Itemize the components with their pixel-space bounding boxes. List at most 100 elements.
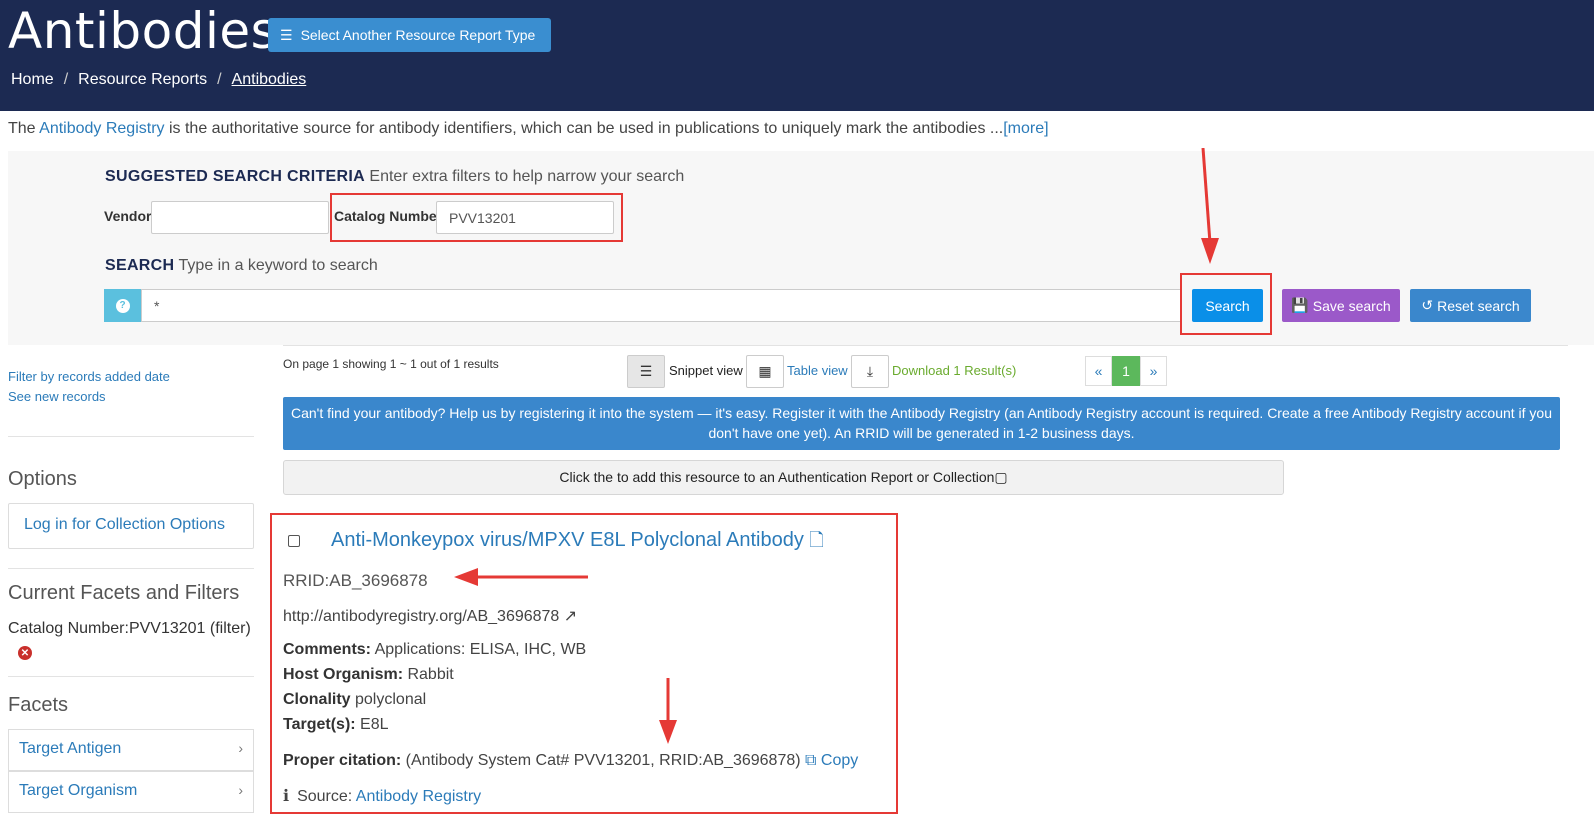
list-icon: ☰ [639, 363, 653, 379]
record-title: Anti-Monkeypox virus/MPXV E8L Polyclonal… [331, 529, 804, 551]
vendor-label: Vendor [104, 208, 152, 224]
question-icon: ? [115, 298, 130, 313]
pager-prev[interactable]: « [1085, 356, 1112, 386]
download-button[interactable]: ⤓ [851, 355, 889, 388]
reset-search-label: Reset search [1437, 297, 1520, 314]
active-filter-label: Catalog Number:PVV13201 (filter) [8, 620, 251, 637]
facet-target-antigen[interactable]: Target Antigen › [8, 729, 254, 771]
copy-icon: ⧉ [805, 752, 817, 769]
breadcrumb-home[interactable]: Home [11, 71, 54, 89]
record-url-link[interactable]: http://antibodyregistry.org/AB_3696878 ↗ [283, 606, 577, 626]
facet-label: Target Antigen [19, 740, 122, 757]
source-link[interactable]: Antibody Registry [356, 788, 481, 805]
record-title-link[interactable]: Anti-Monkeypox virus/MPXV E8L Polyclonal… [331, 528, 824, 558]
register-antibody-banner[interactable]: Can't find your antibody? Help us by reg… [283, 397, 1560, 450]
clonality-value: polyclonal [350, 691, 427, 708]
comments-value: Applications: ELISA, IHC, WB [371, 641, 587, 658]
breadcrumb-antibodies[interactable]: Antibodies [232, 71, 307, 89]
search-heading: SEARCH Type in a keyword to search [105, 257, 378, 275]
reset-search-button[interactable]: ↺ Reset search [1410, 289, 1531, 322]
record-rrid: RRID:AB_3696878 [283, 571, 428, 590]
page-header: Antibodies ☰ Select Another Resource Rep… [0, 0, 1594, 111]
record-source: ℹ Source: Antibody Registry [283, 786, 481, 806]
chevron-right-icon: › [238, 740, 243, 756]
facets-heading: Facets [8, 694, 69, 716]
save-icon: 💾 [1291, 297, 1309, 313]
breadcrumb-resource-reports[interactable]: Resource Reports [78, 71, 207, 89]
antibody-registry-link[interactable]: Antibody Registry [39, 120, 164, 137]
host-value: Rabbit [403, 666, 454, 683]
login-collection-link[interactable]: Log in for Collection Options [24, 516, 225, 533]
options-heading: Options [8, 468, 77, 490]
copy-citation-button[interactable]: ⧉ Copy [805, 752, 858, 769]
suggested-criteria-title: SUGGESTED SEARCH CRITERIA [105, 168, 365, 185]
targets-value: E8L [355, 716, 389, 733]
comments-label: Comments: [283, 641, 372, 658]
see-new-records-link[interactable]: See new records [8, 387, 170, 407]
annotation-box-search [1180, 273, 1272, 335]
download-label[interactable]: Download 1 Result(s) [892, 363, 1016, 378]
divider [8, 676, 254, 677]
breadcrumb-separator: / [217, 71, 222, 88]
snippet-view-button[interactable]: ☰ [627, 355, 665, 388]
facet-label: Target Organism [19, 782, 138, 799]
intro-text: The Antibody Registry is the authoritati… [8, 120, 1049, 138]
table-icon: ▦ [758, 363, 772, 379]
search-hint: Type in a keyword to search [174, 257, 378, 274]
source-label: Source: [297, 788, 356, 805]
copy-label: Copy [820, 752, 859, 769]
menu-icon: ☰ [280, 26, 293, 43]
record-host: Host Organism: Rabbit [283, 666, 454, 684]
table-view-label[interactable]: Table view [787, 363, 848, 378]
select-report-type-label: Select Another Resource Report Type [300, 27, 536, 43]
breadcrumb: Home / Resource Reports / Antibodies [11, 71, 306, 89]
select-report-type-button[interactable]: ☰ Select Another Resource Report Type [268, 18, 551, 52]
intro-body: is the authoritative source for antibody… [164, 120, 1004, 137]
remove-filter-icon[interactable]: ✕ [18, 646, 32, 660]
table-view-button[interactable]: ▦ [746, 355, 784, 388]
citation-label: Proper citation: [283, 752, 402, 769]
record-comments: Comments: Applications: ELISA, IHC, WB [283, 641, 586, 659]
divider [283, 345, 1568, 346]
search-title: SEARCH [105, 257, 175, 274]
record-targets: Target(s): E8L [283, 716, 389, 734]
suggested-criteria-hint: Enter extra filters to help narrow your … [364, 168, 685, 185]
filter-by-date-link[interactable]: Filter by records added date [8, 367, 170, 387]
divider [8, 436, 254, 437]
host-label: Host Organism: [283, 666, 404, 683]
page-title: Antibodies [8, 2, 278, 60]
snippet-view-label[interactable]: Snippet view [669, 363, 743, 378]
suggested-criteria-heading: SUGGESTED SEARCH CRITERIA Enter extra fi… [105, 168, 684, 186]
chevron-right-icon: › [238, 782, 243, 798]
save-search-button[interactable]: 💾 Save search [1282, 289, 1400, 322]
pager-next[interactable]: » [1140, 356, 1167, 386]
document-icon: 🗋 [809, 530, 824, 550]
citation-value: (Antibody System Cat# PVV13201, RRID:AB_… [401, 752, 801, 769]
divider [8, 568, 254, 569]
facet-target-organism[interactable]: Target Organism › [8, 771, 254, 813]
collection-options-box: Log in for Collection Options [8, 503, 254, 549]
reset-icon: ↺ [1421, 297, 1434, 313]
annotation-box-catalog [330, 193, 623, 242]
keyword-search-input[interactable]: * [141, 289, 1182, 322]
sidebar-date-filters: Filter by records added date See new rec… [8, 367, 170, 407]
authentication-report-bar[interactable]: Click the to add this resource to an Aut… [283, 460, 1284, 495]
pagination: « 1 » [1085, 356, 1167, 386]
results-summary: On page 1 showing 1 ~ 1 out of 1 results [283, 357, 499, 371]
pager-page-1[interactable]: 1 [1112, 356, 1140, 386]
record-url: http://antibodyregistry.org/AB_3696878 [283, 608, 560, 625]
help-button[interactable]: ? [104, 289, 141, 322]
clonality-label: Clonality [283, 691, 351, 708]
record-clonality: Clonality polyclonal [283, 691, 426, 709]
vendor-field[interactable] [151, 201, 329, 234]
save-search-label: Save search [1312, 297, 1391, 314]
intro-prefix: The [8, 120, 40, 137]
current-facets-heading: Current Facets and Filters [8, 582, 240, 604]
more-link[interactable]: [more] [1003, 120, 1048, 137]
info-icon: ℹ [283, 788, 290, 805]
targets-label: Target(s): [283, 716, 356, 733]
breadcrumb-separator: / [63, 71, 69, 88]
external-link-icon: ↗ [563, 608, 578, 625]
record-checkbox[interactable] [288, 535, 300, 547]
record-citation: Proper citation: (Antibody System Cat# P… [283, 752, 858, 770]
